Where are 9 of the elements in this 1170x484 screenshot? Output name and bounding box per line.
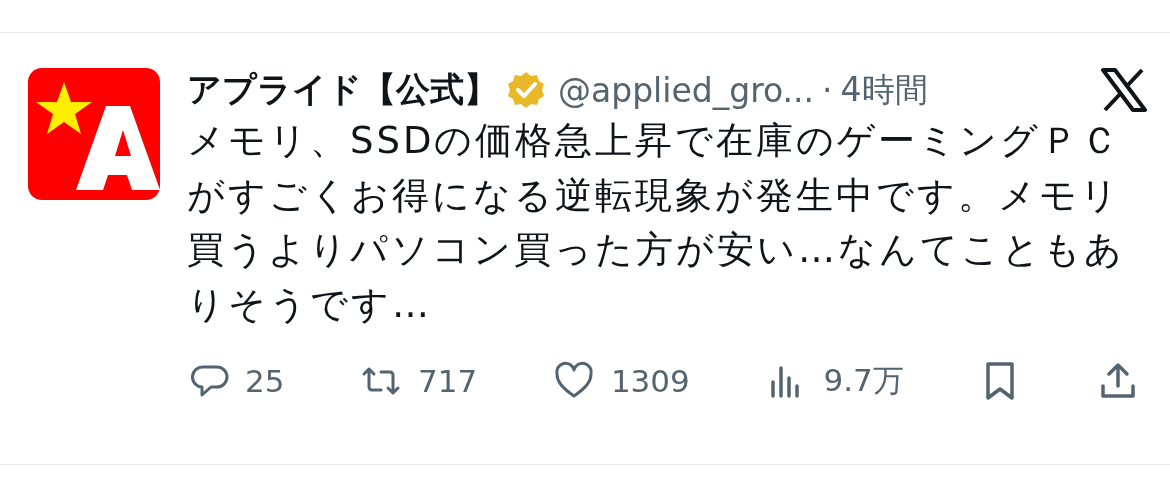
reply-button[interactable]: 25	[187, 360, 285, 402]
like-button[interactable]: 1309	[552, 360, 690, 402]
author-name[interactable]: アプライド【公式】	[187, 67, 498, 113]
repost-button[interactable]: 717	[360, 360, 478, 402]
separator-dot: ·	[822, 70, 833, 110]
author-handle[interactable]: @applied_gro...	[558, 70, 815, 110]
views-button[interactable]: 9.7万	[765, 360, 904, 402]
post-text: メモリ、SSDの価格急上昇で在庫のゲーミングＰＣがすごくお得になる逆転現象が発生中です。メモリ買うよりパソコン買った方が安い…なんてこともありそうです…	[187, 118, 1126, 328]
post-time[interactable]: 4時間	[840, 67, 928, 113]
